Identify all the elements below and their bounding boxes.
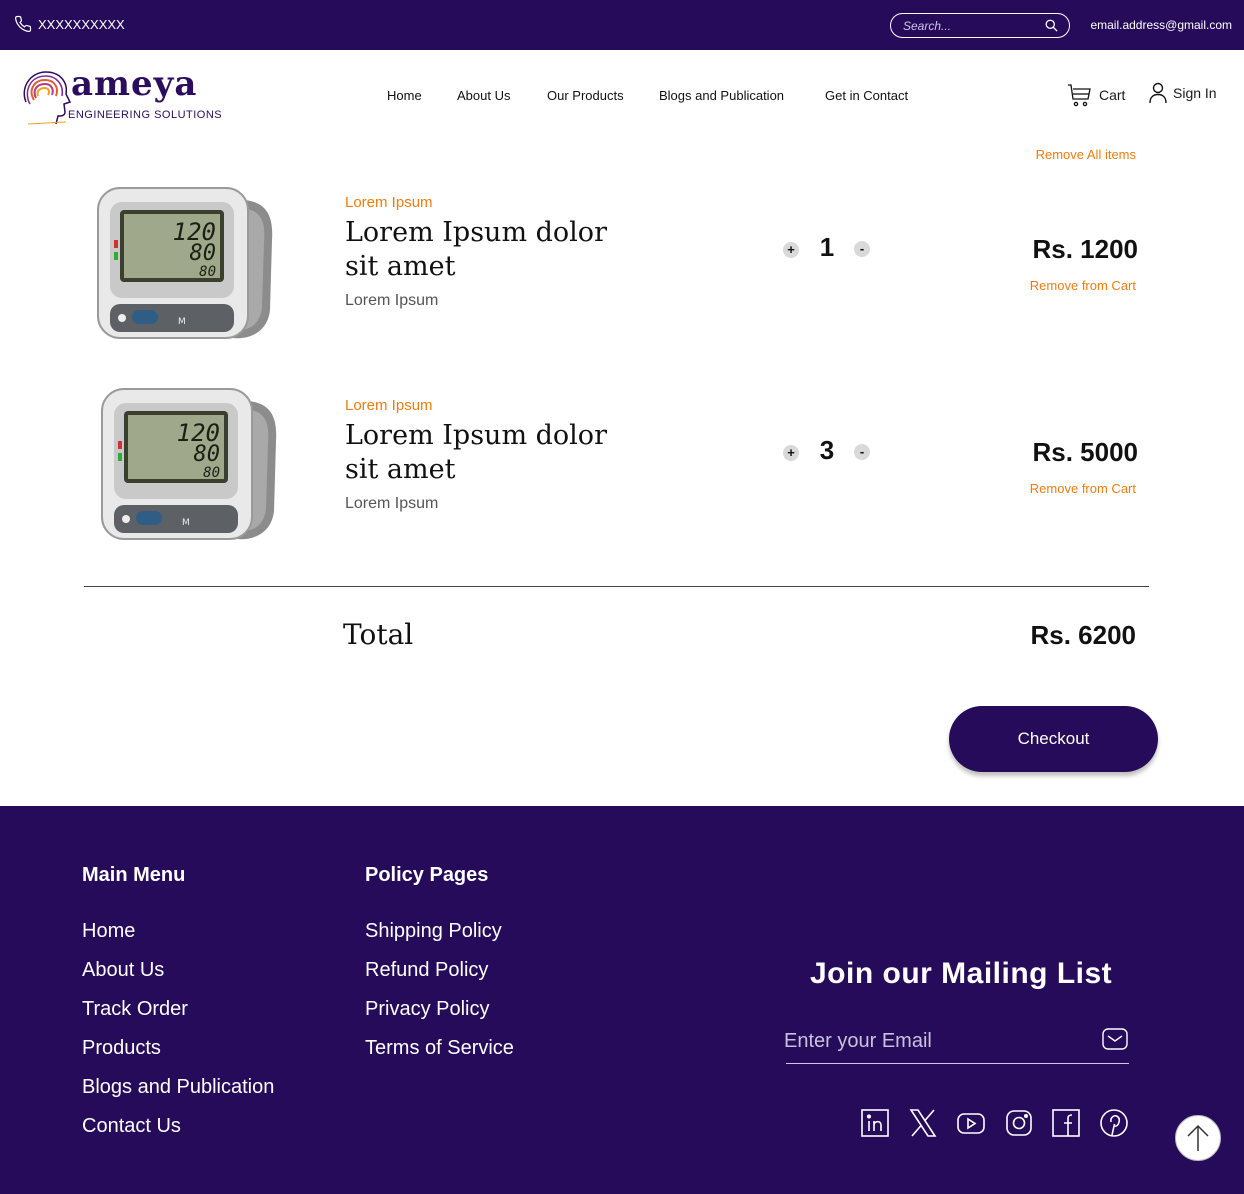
total-label: Total xyxy=(343,618,414,651)
remove-all-items-button[interactable]: Remove All items xyxy=(1036,147,1136,162)
brand-logo[interactable]: ameya ENGINEERING SOLUTIONS xyxy=(18,64,222,126)
footer-link-refund-policy[interactable]: Refund Policy xyxy=(365,959,488,982)
display-pulse-value: 80 xyxy=(203,465,220,481)
cart-icon xyxy=(1068,84,1091,107)
arrow-up-icon xyxy=(1187,1124,1209,1151)
cart-item: 120 80 80 M Lorem Ipsum Lorem Ipsum dolo… xyxy=(0,388,1244,577)
pinterest-icon[interactable] xyxy=(1099,1108,1129,1138)
phone-contact[interactable]: XXXXXXXXXX xyxy=(14,15,125,33)
cart-label: Cart xyxy=(1099,87,1126,103)
nav-about-us[interactable]: About Us xyxy=(457,88,510,103)
facebook-icon[interactable] xyxy=(1051,1108,1081,1138)
scroll-to-top-button[interactable] xyxy=(1175,1115,1221,1161)
device-memory-button-label: M xyxy=(182,518,190,528)
product-subtitle: Lorem Ipsum xyxy=(345,495,439,512)
item-price: Rs. 5000 xyxy=(1032,437,1138,467)
item-price: Rs. 1200 xyxy=(1032,234,1138,264)
remove-from-cart-button[interactable]: Remove from Cart xyxy=(1030,481,1136,496)
footer-link-contact-us[interactable]: Contact Us xyxy=(82,1115,181,1138)
cart-item: 120 80 80 M Lorem Ipsum Lorem Ipsum dolo… xyxy=(0,187,1244,374)
cart-divider xyxy=(84,586,1149,587)
email-underline xyxy=(786,1063,1129,1064)
mailing-list-heading: Join our Mailing List xyxy=(810,957,1113,990)
email-field[interactable] xyxy=(784,1026,1094,1056)
nav-our-products[interactable]: Our Products xyxy=(547,88,624,103)
footer-link-terms-of-service[interactable]: Terms of Service xyxy=(365,1037,514,1060)
logo-wordmark: ameya xyxy=(71,64,198,104)
footer-link-privacy-policy[interactable]: Privacy Policy xyxy=(365,998,489,1021)
footer-link-home[interactable]: Home xyxy=(82,920,135,943)
search-icon[interactable] xyxy=(1044,18,1059,33)
nav-get-in-contact[interactable]: Get in Contact xyxy=(825,88,908,103)
quantity-value: 1 xyxy=(819,232,835,262)
sign-in-link[interactable]: Sign In xyxy=(1149,82,1217,104)
blood-pressure-monitor-image: 120 80 80 M xyxy=(97,187,273,339)
mail-submit-icon[interactable] xyxy=(1102,1028,1128,1050)
decrease-quantity-button[interactable]: - xyxy=(854,241,870,257)
product-name[interactable]: Lorem Ipsum dolor sit amet xyxy=(345,419,645,487)
product-subtitle: Lorem Ipsum xyxy=(345,292,439,309)
footer-link-products[interactable]: Products xyxy=(82,1037,161,1060)
device-memory-button-label: M xyxy=(178,317,186,327)
product-category: Lorem Ipsum xyxy=(345,397,433,414)
increase-quantity-button[interactable]: + xyxy=(783,242,799,258)
logo-tagline: ENGINEERING SOLUTIONS xyxy=(68,109,223,121)
footer-link-shipping-policy[interactable]: Shipping Policy xyxy=(365,920,502,943)
quantity-value: 3 xyxy=(819,435,835,465)
youtube-icon[interactable] xyxy=(956,1108,986,1138)
product-category: Lorem Ipsum xyxy=(345,194,433,211)
display-dia-value: 80 xyxy=(194,442,221,467)
display-dia-value: 80 xyxy=(190,241,217,266)
main-menu-heading: Main Menu xyxy=(82,864,186,886)
footer-link-track-order[interactable]: Track Order xyxy=(82,998,188,1021)
phone-icon xyxy=(14,15,32,33)
contact-email[interactable]: email.address@gmail.com xyxy=(1090,18,1232,32)
linkedin-icon[interactable] xyxy=(860,1108,890,1138)
top-bar: XXXXXXXXXX email.address@gmail.com xyxy=(0,0,1244,50)
display-pulse-value: 80 xyxy=(199,264,216,280)
increase-quantity-button[interactable]: + xyxy=(783,445,799,461)
search-box[interactable] xyxy=(890,13,1070,38)
sign-in-label: Sign In xyxy=(1173,85,1217,101)
instagram-icon[interactable] xyxy=(1004,1108,1034,1138)
nav-home[interactable]: Home xyxy=(387,88,422,103)
search-input[interactable] xyxy=(903,17,1043,34)
logo-head-icon xyxy=(23,71,72,125)
product-name[interactable]: Lorem Ipsum dolor sit amet xyxy=(345,216,645,284)
checkout-button[interactable]: Checkout xyxy=(949,706,1158,772)
footer-link-blogs[interactable]: Blogs and Publication xyxy=(82,1076,274,1099)
cart-link[interactable]: Cart xyxy=(1067,82,1125,108)
user-icon xyxy=(1149,82,1167,104)
x-icon[interactable] xyxy=(908,1108,938,1138)
footer-link-about-us[interactable]: About Us xyxy=(82,959,164,982)
policy-pages-heading: Policy Pages xyxy=(365,864,489,886)
nav-blogs[interactable]: Blogs and Publication xyxy=(659,88,784,103)
remove-from-cart-button[interactable]: Remove from Cart xyxy=(1030,278,1136,293)
total-value: Rs. 6200 xyxy=(1030,620,1136,650)
phone-number: XXXXXXXXXX xyxy=(38,16,125,32)
blood-pressure-monitor-image: 120 80 80 M xyxy=(101,388,277,540)
decrease-quantity-button[interactable]: - xyxy=(854,444,870,460)
footer: Main Menu Home About Us Track Order Prod… xyxy=(0,806,1244,1194)
